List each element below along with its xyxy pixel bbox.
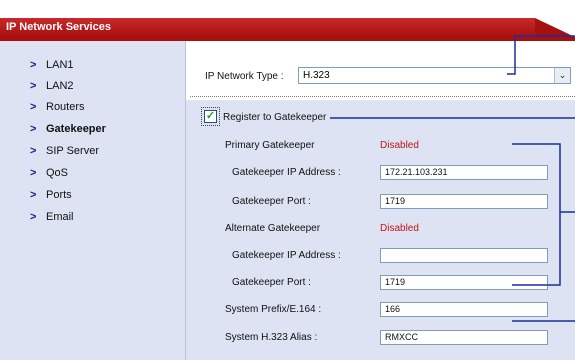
window-title: IP Network Services [6, 21, 111, 33]
callout-network-type [507, 35, 575, 75]
callout-gatekeeper-bracket [512, 143, 561, 286]
callout-lines [330, 35, 575, 322]
